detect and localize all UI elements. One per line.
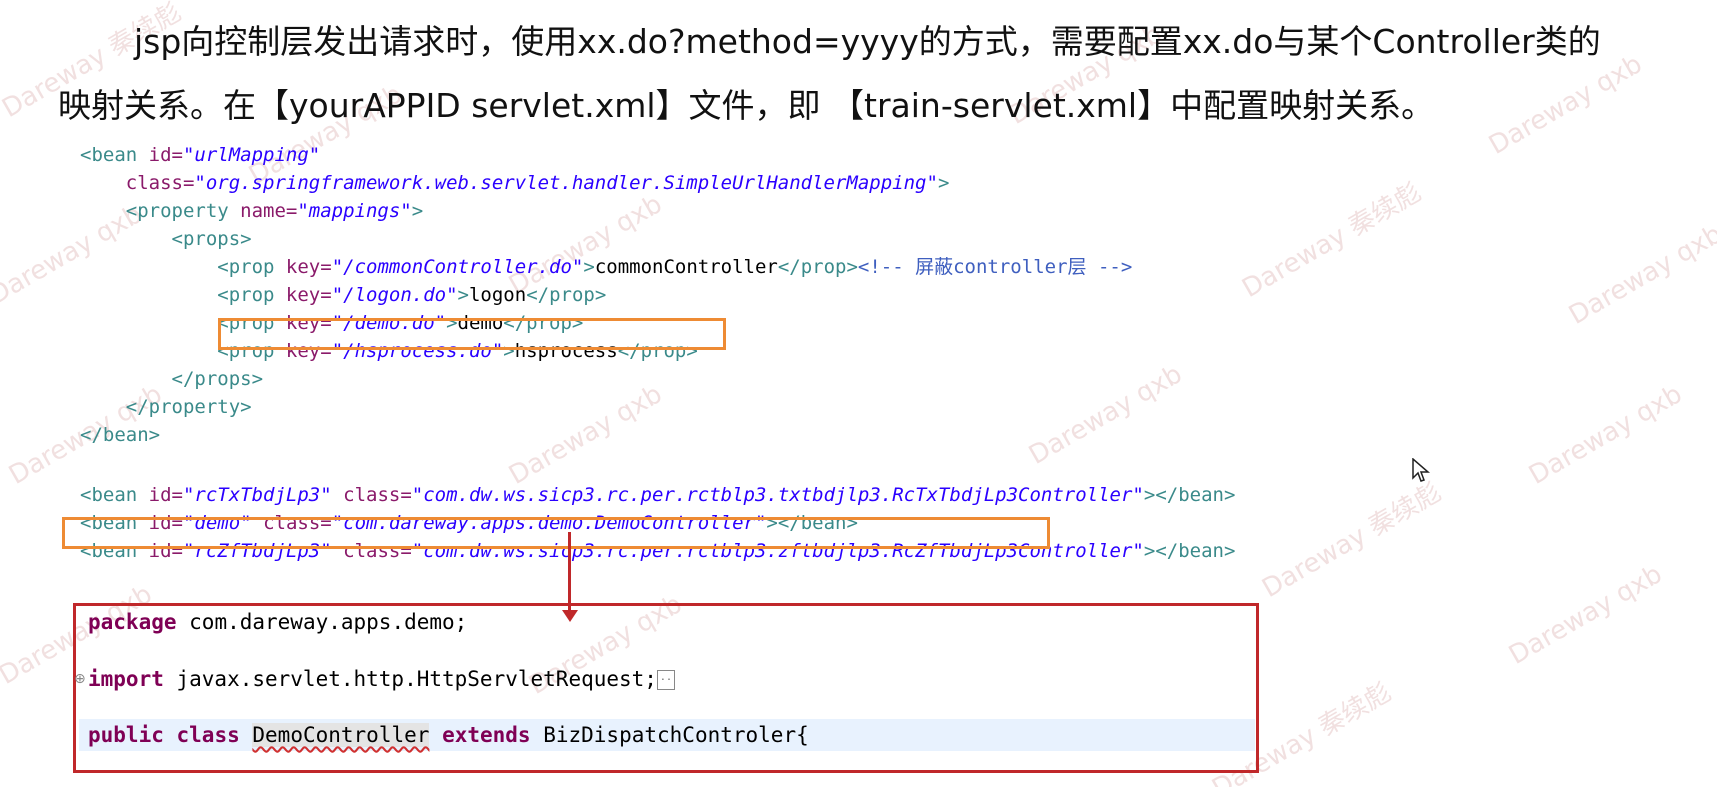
java-keyword: public (88, 723, 164, 747)
xml-line-bean-close: </bean> (80, 421, 160, 449)
xml-tag: <prop (217, 284, 275, 306)
xml-tag: <prop (217, 256, 275, 278)
xml-line-bean-0: <bean id="rcTxTbdjLp3" class="com.dw.ws.… (80, 481, 1235, 509)
xml-tag: <bean (80, 144, 138, 166)
xml-line-class: class="org.springframework.web.servlet.h… (80, 169, 950, 197)
xml-tag: > (411, 200, 424, 222)
xml-attr: key= (274, 256, 332, 278)
java-class-name[interactable]: DemoController (252, 723, 430, 747)
xml-line-property: <property name="mappings"> (80, 197, 423, 225)
xml-tag: > (1143, 484, 1156, 506)
java-line-class: public class DemoController extends BizD… (88, 720, 809, 750)
watermark: Dareway 秦续彪 (1257, 477, 1447, 604)
intro-line-2: 映射关系。在【yourAPPID servlet.xml】文件，即 【train… (58, 86, 1435, 125)
intro-paragraph: jsp向控制层发出请求时，使用xx.do?method=yyyy的方式，需要配置… (58, 10, 1698, 138)
xml-line-bean-urlmapping: <bean id="urlMapping" (80, 141, 320, 169)
xml-value: "rcTxTbdjLp3" (182, 484, 332, 506)
java-text: BizDispatchControler{ (530, 723, 809, 747)
mouse-cursor-icon (1412, 458, 1430, 482)
java-text: com.dareway.apps.demo; (176, 610, 468, 634)
xml-attr: id= (137, 484, 183, 506)
xml-attr: name= (228, 200, 298, 222)
xml-attr: key= (274, 284, 332, 306)
xml-text: commonController (594, 256, 778, 278)
java-keyword: import (88, 667, 164, 691)
java-keyword: package (88, 610, 177, 634)
xml-tag: </prop> (777, 256, 858, 278)
xml-tag: > (457, 284, 469, 306)
xml-attr: id= (137, 144, 183, 166)
xml-tag: > (1143, 540, 1156, 562)
xml-tag: <property (125, 200, 229, 222)
watermark: Dareway qxb (503, 379, 668, 491)
xml-value: "com.dw.ws.sicp3.rc.per.rctblp3.txtbdjlp… (411, 484, 1144, 506)
xml-value: "/commonController.do" (331, 256, 584, 278)
collapsed-imports-marker[interactable]: .. (656, 670, 675, 690)
java-keyword: extends (442, 723, 531, 747)
xml-comment: <!-- 屏蔽controller层 --> (857, 256, 1133, 278)
watermark: Dareway qxb (1563, 219, 1717, 331)
java-line-import: import javax.servlet.http.HttpServletReq… (88, 664, 675, 694)
xml-attr: class= (125, 172, 195, 194)
arrow-down-icon (562, 610, 578, 622)
xml-attr: class= (343, 484, 412, 506)
highlight-demo-prop (218, 318, 726, 350)
arrow-line (568, 532, 571, 612)
watermark: Dareway qxb (1523, 379, 1688, 491)
xml-tag: </bean> (80, 424, 161, 446)
java-line-package: package com.dareway.apps.demo; (88, 607, 467, 637)
xml-tag: </bean> (1155, 540, 1236, 562)
xml-tag: </prop> (526, 284, 607, 306)
xml-value: "org.springframework.web.servlet.handler… (194, 172, 938, 194)
xml-tag: </property> (125, 396, 252, 418)
watermark: Dareway qxb (1023, 359, 1188, 471)
xml-tag: <props> (171, 228, 252, 250)
xml-tag: <bean (80, 484, 138, 506)
intro-line-1: jsp向控制层发出请求时，使用xx.do?method=yyyy的方式，需要配置… (134, 22, 1601, 61)
xml-line-props-close: </props> (80, 365, 264, 393)
watermark: Dareway 秦续彪 (1237, 177, 1427, 304)
xml-line-property-close: </property> (80, 393, 252, 421)
xml-tag: > (937, 172, 950, 194)
watermark: Dareway qxb (1503, 559, 1668, 671)
fold-expand-icon[interactable]: ⊕ (74, 671, 86, 687)
xml-tag: </bean> (1155, 484, 1236, 506)
xml-value: "/logon.do" (331, 284, 458, 306)
xml-line-prop-1: <prop key="/logon.do">logon</prop> (80, 281, 606, 309)
xml-text: logon (468, 284, 527, 306)
xml-line-props-open: <props> (80, 225, 252, 253)
xml-tag: </props> (171, 368, 264, 390)
highlight-demo-bean (62, 517, 1050, 549)
java-text: javax.servlet.http.HttpServletRequest; (163, 667, 657, 691)
java-keyword: class (176, 723, 240, 747)
xml-value: "mappings" (297, 200, 412, 222)
xml-line-prop-0: <prop key="/commonController.do">commonC… (80, 253, 1132, 281)
xml-tag: > (583, 256, 595, 278)
xml-value: "urlMapping" (182, 144, 321, 166)
